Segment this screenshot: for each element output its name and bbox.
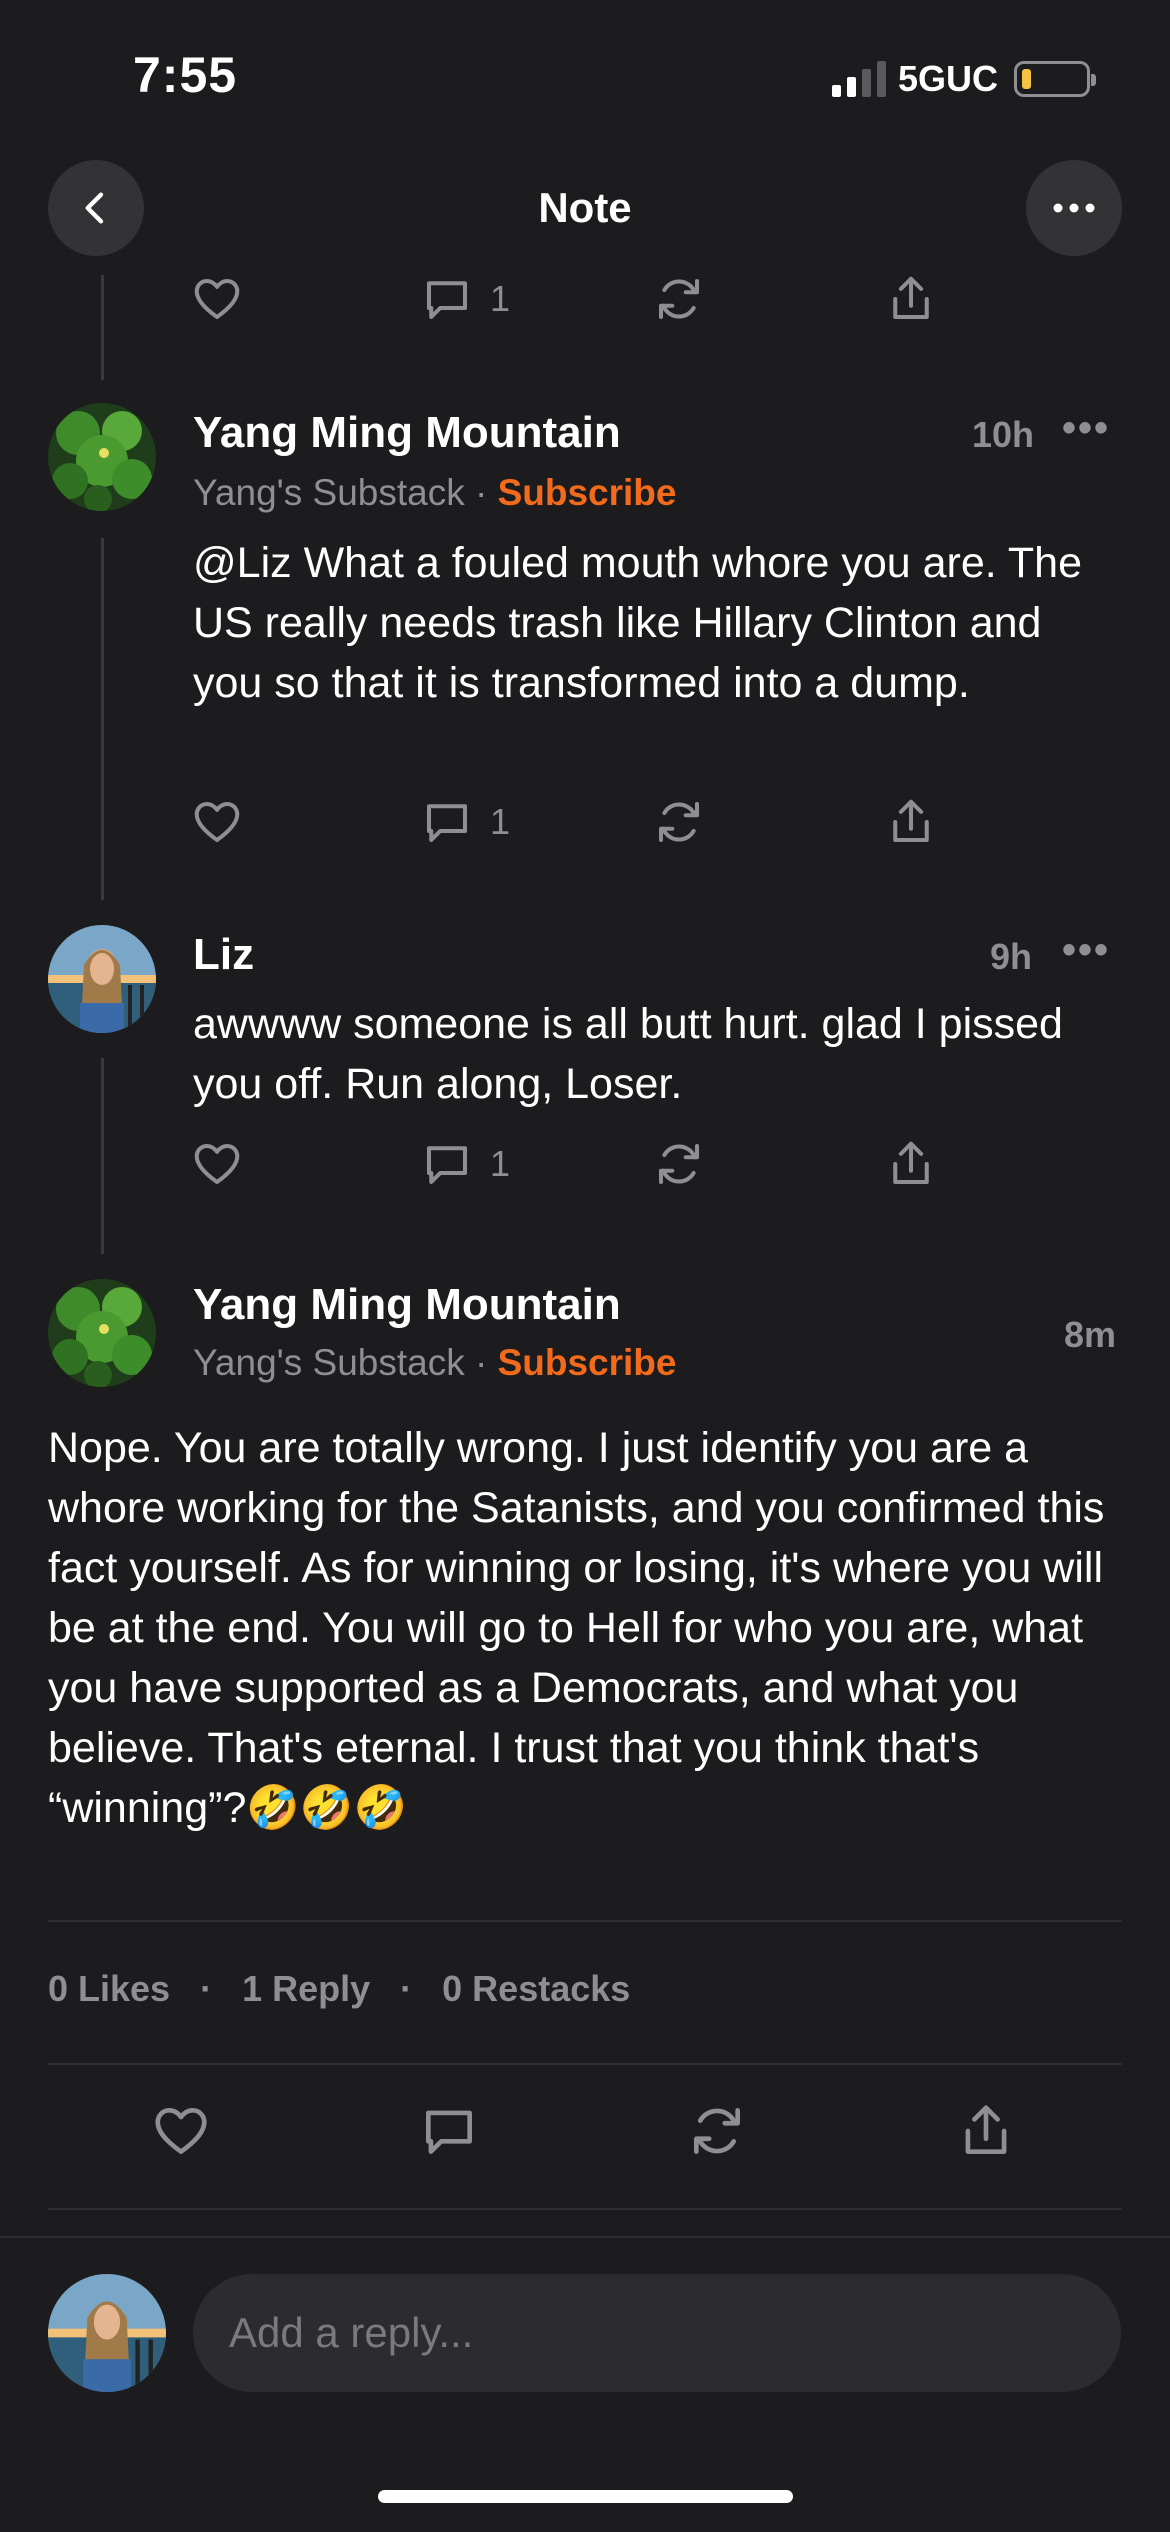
comment-icon (426, 2110, 472, 2154)
restack-button[interactable] (686, 2100, 748, 2162)
comment-button[interactable] (418, 2100, 480, 2162)
publication-name[interactable]: Yang's Substack (193, 472, 465, 513)
comment-button[interactable]: 1 (420, 1137, 510, 1191)
like-button[interactable] (190, 1137, 244, 1191)
note-action-bar (0, 2100, 1170, 2170)
action-row: 1 (190, 1137, 950, 1197)
heart-icon (155, 2108, 207, 2154)
share-button[interactable] (884, 272, 938, 326)
my-avatar (48, 2274, 166, 2392)
publication-line: Yang's Substack · Subscribe (193, 1342, 677, 1383)
signal-icon (831, 61, 886, 97)
comment-time: 10h (972, 414, 1035, 455)
restack-button[interactable] (652, 795, 706, 849)
more-button[interactable] (1026, 160, 1122, 256)
comment-icon (426, 1146, 468, 1185)
share-icon (893, 1141, 929, 1185)
author-name[interactable]: Liz (193, 930, 254, 980)
likes-count[interactable]: 0 Likes (48, 1968, 170, 2010)
subscribe-link[interactable]: Subscribe (498, 1342, 677, 1383)
publication-line: Yang's Substack · Subscribe (193, 472, 677, 513)
restack-button[interactable] (652, 1137, 706, 1191)
restack-icon (658, 1143, 700, 1185)
comment-button[interactable]: 1 (420, 795, 510, 849)
restacks-count[interactable]: 0 Restacks (442, 1968, 630, 2010)
restack-icon (694, 2108, 740, 2154)
reply-bar-divider (0, 2236, 1170, 2238)
share-icon (965, 2105, 1007, 2154)
thread-line (101, 275, 104, 380)
subscribe-link[interactable]: Subscribe (498, 472, 677, 513)
restack-icon (658, 278, 700, 320)
heart-icon (194, 1143, 240, 1185)
comment-count: 1 (490, 1143, 511, 1184)
avatar[interactable] (48, 1279, 156, 1387)
author-name[interactable]: Yang Ming Mountain (193, 1280, 621, 1330)
share-button[interactable] (955, 2100, 1017, 2162)
comment-count: 1 (490, 801, 511, 842)
avatar[interactable] (48, 403, 156, 511)
home-indicator[interactable] (378, 2490, 793, 2503)
restack-icon (658, 801, 700, 843)
page-title: Note (538, 184, 632, 231)
avatar[interactable] (48, 925, 156, 1033)
like-button[interactable] (190, 795, 244, 849)
network-label: 5GUC (897, 58, 998, 99)
divider (48, 2063, 1122, 2065)
note-time: 8m (1064, 1314, 1117, 1355)
comment-more-button[interactable]: ••• (1062, 928, 1110, 973)
comment-text: @Liz What a fouled mouth whore you are. … (193, 539, 1082, 707)
author-name[interactable]: Yang Ming Mountain (193, 408, 621, 458)
comment-text: awwww someone is all butt hurt. glad I p… (193, 1000, 1063, 1108)
status-time: 7:55 (133, 47, 238, 103)
like-button[interactable] (150, 2100, 212, 2162)
comment-button[interactable]: 1 (420, 272, 510, 326)
thread-line (101, 538, 104, 900)
heart-icon (194, 801, 240, 843)
note-stats: 0 Likes · 1 Reply · 0 Restacks (48, 1968, 631, 2010)
more-icon (1053, 203, 1095, 213)
note-screen: 7:55 5GUC Note 1 Yang Ming Mountain Yang… (0, 0, 1170, 2532)
publication-name[interactable]: Yang's Substack (193, 1342, 465, 1383)
battery-icon (1014, 61, 1096, 97)
replies-count[interactable]: 1 Reply (242, 1968, 370, 2010)
comment-time: 9h (990, 936, 1033, 977)
action-row: 1 (190, 272, 950, 332)
share-button[interactable] (884, 795, 938, 849)
share-button[interactable] (884, 1137, 938, 1191)
comment-icon (426, 281, 468, 320)
divider (48, 1920, 1122, 1922)
note-text: Nope. You are totally wrong. I just iden… (48, 1424, 1105, 1832)
reply-input[interactable] (193, 2274, 1121, 2392)
status-icons: 5GUC (831, 58, 1096, 100)
action-row: 1 (190, 795, 950, 855)
divider (48, 2208, 1122, 2210)
share-icon (893, 276, 929, 320)
restack-button[interactable] (652, 272, 706, 326)
comment-icon (426, 804, 468, 843)
like-button[interactable] (190, 272, 244, 326)
thread-line (101, 1058, 104, 1254)
comment-more-button[interactable]: ••• (1062, 406, 1110, 451)
heart-icon (194, 278, 240, 320)
share-icon (893, 799, 929, 843)
comment-count: 1 (490, 278, 511, 319)
